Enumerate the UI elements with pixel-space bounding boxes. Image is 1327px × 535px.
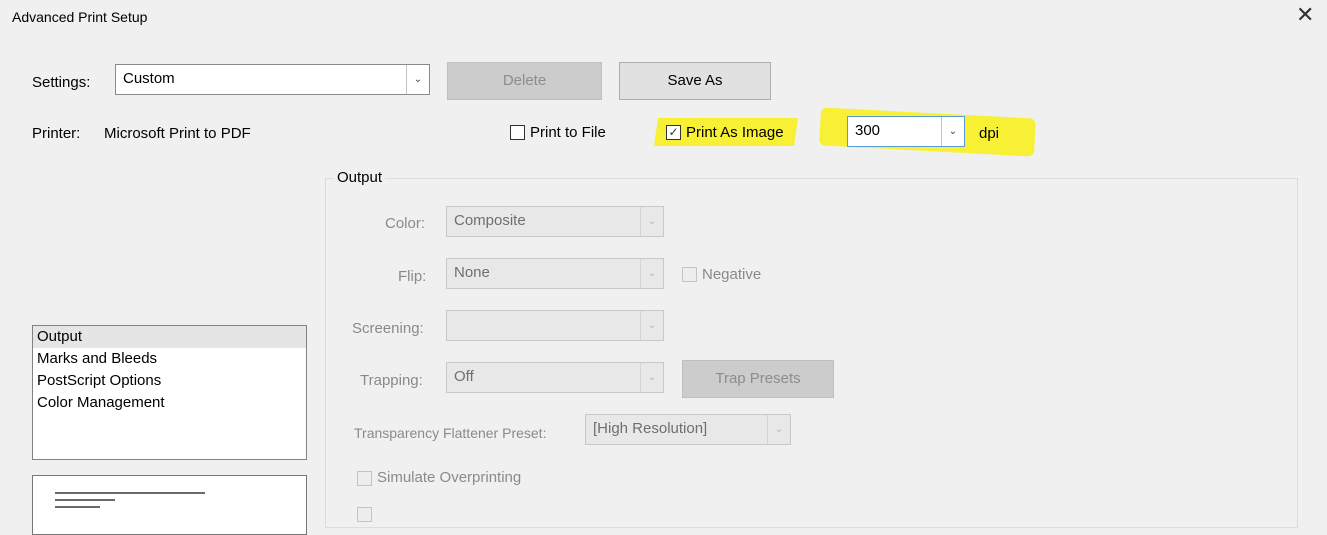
chevron-down-icon: ⌄ <box>406 65 429 94</box>
color-select[interactable]: Composite ⌄ <box>446 206 664 237</box>
negative-label: Negative <box>702 266 762 283</box>
chevron-down-icon: ⌄ <box>640 363 663 392</box>
flattener-select[interactable]: [High Resolution] ⌄ <box>585 414 791 445</box>
list-item-output[interactable]: Output <box>33 326 306 348</box>
dpi-select-value: 300 <box>855 122 881 139</box>
settings-select-value: Custom <box>123 70 175 87</box>
flip-select-value: None <box>454 264 490 281</box>
flip-select[interactable]: None ⌄ <box>446 258 664 289</box>
chevron-down-icon: ⌄ <box>941 117 964 146</box>
check-icon: ✓ <box>668 125 679 139</box>
list-item-color-management[interactable]: Color Management <box>33 392 306 414</box>
flip-label: Flip: <box>398 268 427 285</box>
flattener-select-value: [High Resolution] <box>593 420 708 437</box>
color-label: Color: <box>385 215 426 232</box>
chevron-down-icon: ⌄ <box>640 259 663 288</box>
chevron-down-icon: ⌄ <box>640 311 663 340</box>
simulate-overprinting-label: Simulate Overprinting <box>377 469 522 486</box>
output-group-title: Output <box>334 169 386 186</box>
list-item-postscript-options[interactable]: PostScript Options <box>33 370 306 392</box>
category-list[interactable]: Output Marks and Bleeds PostScript Optio… <box>32 325 307 460</box>
dpi-select[interactable]: 300 ⌄ <box>847 116 965 147</box>
negative-checkbox[interactable] <box>682 267 697 282</box>
preview-text-line <box>55 506 100 508</box>
preview-text-line <box>55 492 205 494</box>
flattener-label: Transparency Flattener Preset: <box>354 425 547 441</box>
print-as-image-label: Print As Image <box>686 124 784 141</box>
dpi-unit-label: dpi <box>979 125 1000 142</box>
preview-text-line <box>55 499 115 501</box>
trapping-select[interactable]: Off ⌄ <box>446 362 664 393</box>
trap-presets-button[interactable]: Trap Presets <box>682 360 834 398</box>
chevron-down-icon: ⌄ <box>767 415 790 444</box>
print-to-file-checkbox[interactable] <box>510 125 525 140</box>
settings-select[interactable]: Custom ⌄ <box>115 64 430 95</box>
delete-button[interactable]: Delete <box>447 62 602 100</box>
save-as-button[interactable]: Save As <box>619 62 771 100</box>
printer-label: Printer: <box>32 125 81 142</box>
screening-select[interactable]: ⌄ <box>446 310 664 341</box>
page-preview <box>32 475 307 535</box>
window-title: Advanced Print Setup <box>12 9 148 25</box>
screening-label: Screening: <box>352 320 424 337</box>
settings-label: Settings: <box>32 74 91 91</box>
print-as-image-checkbox[interactable]: ✓ <box>666 125 681 140</box>
chevron-down-icon: ⌄ <box>640 207 663 236</box>
close-icon[interactable]: ✕ <box>1296 4 1314 26</box>
simulate-overprinting-checkbox[interactable] <box>357 471 372 486</box>
print-to-file-label: Print to File <box>530 124 606 141</box>
color-select-value: Composite <box>454 212 526 229</box>
printer-name: Microsoft Print to PDF <box>104 125 251 142</box>
list-item-marks-and-bleeds[interactable]: Marks and Bleeds <box>33 348 306 370</box>
trapping-label: Trapping: <box>360 372 423 389</box>
trapping-select-value: Off <box>454 368 474 385</box>
cut-off-checkbox[interactable] <box>357 507 372 522</box>
